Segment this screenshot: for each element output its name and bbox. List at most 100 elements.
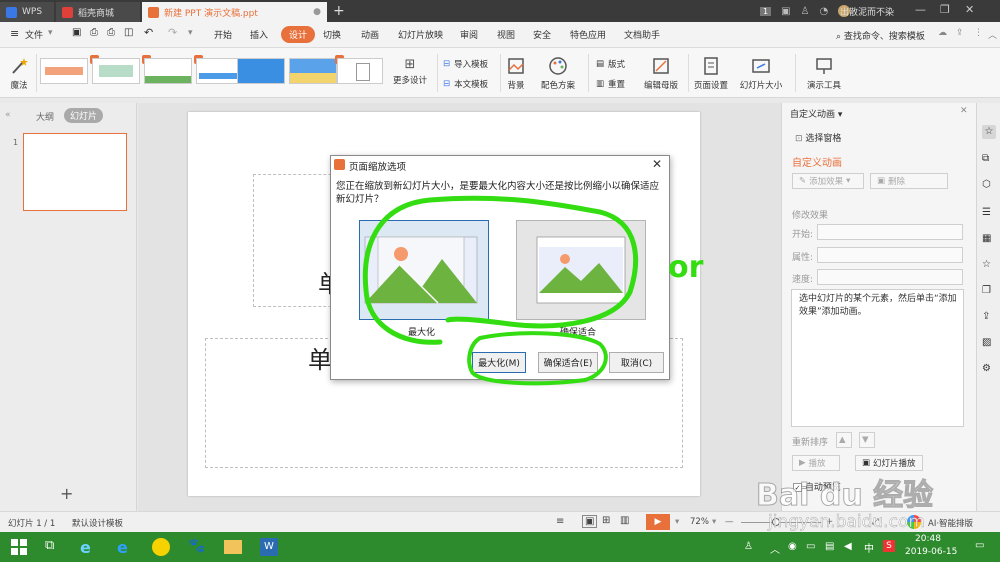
- ie-browser-icon[interactable]: e: [80, 538, 98, 557]
- image-icon[interactable]: ▦: [982, 233, 996, 247]
- normal-view-icon[interactable]: ▣: [582, 515, 598, 528]
- start-select[interactable]: [817, 224, 963, 240]
- pane-header[interactable]: 自定义动画 ▾: [790, 107, 842, 120]
- minimize-icon[interactable]: —: [915, 3, 926, 16]
- menu-security[interactable]: 安全: [533, 28, 551, 41]
- collapse-pane-icon[interactable]: «: [5, 110, 11, 120]
- more-icon[interactable]: ⋮: [974, 28, 983, 38]
- file-explorer-icon[interactable]: [224, 540, 242, 554]
- play-slideshow-button[interactable]: ▶: [646, 514, 670, 530]
- bell-icon[interactable]: ◔: [820, 6, 829, 17]
- tab-docer-store[interactable]: 稻壳商城: [56, 2, 140, 22]
- slideshow-button[interactable]: ▣ 幻灯片播放: [855, 455, 923, 471]
- speed-select[interactable]: [817, 269, 963, 285]
- chevron-down-icon[interactable]: ▾: [712, 517, 716, 527]
- design-thumb-1[interactable]: [40, 58, 88, 84]
- reset-button[interactable]: ▥ 重置: [596, 78, 625, 90]
- tab-outline[interactable]: 大纲: [36, 110, 54, 123]
- menu-design[interactable]: 设计: [281, 26, 316, 43]
- shapes-icon[interactable]: ⬡: [982, 179, 996, 193]
- sogou-ime-icon[interactable]: S: [883, 540, 895, 552]
- menu-special-apps[interactable]: 特色应用: [570, 28, 606, 41]
- ensure-fit-button[interactable]: 确保适合(E): [538, 352, 598, 373]
- window-count-badge[interactable]: 1: [760, 6, 772, 16]
- export-icon[interactable]: ⎙: [90, 27, 98, 38]
- layout-button[interactable]: ▤ 版式: [596, 58, 625, 70]
- design-thumb-7[interactable]: [337, 58, 383, 84]
- tab-wps-home[interactable]: WPS: [0, 2, 54, 22]
- chevron-down-icon[interactable]: ▾: [188, 28, 193, 38]
- wps-app-icon[interactable]: W: [260, 538, 278, 556]
- delete-button[interactable]: ▣ 删除: [870, 173, 948, 189]
- edit-master-button[interactable]: 编辑母版: [640, 56, 682, 91]
- animation-star-icon[interactable]: ☆: [982, 125, 996, 139]
- undo-icon[interactable]: ↶: [144, 26, 153, 39]
- volume-icon[interactable]: ◀: [844, 541, 852, 552]
- share-icon[interactable]: ⇪: [956, 28, 964, 38]
- design-thumb-3[interactable]: [144, 58, 192, 84]
- task-view-icon[interactable]: ⧉: [45, 538, 63, 556]
- text-template-button[interactable]: ⊟ 本文模板: [443, 78, 488, 90]
- tab-slides[interactable]: 幻灯片: [64, 108, 104, 123]
- edge-browser-icon[interactable]: e: [117, 538, 135, 557]
- design-thumb-2[interactable]: [92, 58, 140, 84]
- gallery-icon[interactable]: ▨: [982, 337, 996, 351]
- preview-icon[interactable]: ◫: [124, 27, 133, 38]
- print-icon[interactable]: ⎙: [107, 27, 115, 38]
- tab-document[interactable]: 新建 PPT 演示文稿.ppt ●: [142, 2, 327, 22]
- person-icon[interactable]: ♙: [744, 541, 753, 552]
- copy-icon[interactable]: ❐: [982, 285, 996, 299]
- property-select[interactable]: [817, 247, 963, 263]
- unsaved-dot-icon[interactable]: ●: [313, 7, 321, 17]
- settings-icon[interactable]: ⚙: [982, 363, 996, 377]
- tray-app-icon[interactable]: ◉: [788, 541, 797, 552]
- notification-icon[interactable]: ▭: [975, 540, 984, 551]
- more-design-button[interactable]: ⊞ 更多设计: [388, 58, 432, 87]
- new-tab-button[interactable]: +: [333, 3, 345, 19]
- baidu-paw-icon[interactable]: 🐾: [188, 538, 206, 556]
- template-name[interactable]: 默认设计模板: [72, 517, 123, 529]
- notes-icon[interactable]: ≡: [556, 516, 564, 527]
- menu-file[interactable]: 文件: [25, 28, 43, 41]
- maximize-option[interactable]: [359, 220, 489, 320]
- hamburger-icon[interactable]: ≡: [10, 27, 19, 40]
- command-search[interactable]: ⌕ 查找命令、搜索模板: [836, 29, 925, 42]
- user-name[interactable]: 出散泥而不染: [840, 5, 894, 18]
- zoom-out-icon[interactable]: —: [725, 517, 734, 527]
- chevron-down-icon[interactable]: ▾: [48, 28, 53, 38]
- menu-doc-assistant[interactable]: 文档助手: [624, 28, 660, 41]
- presenter-tools-button[interactable]: 演示工具: [800, 56, 848, 91]
- chevron-up-icon[interactable]: ︿: [988, 28, 997, 41]
- ime-indicator[interactable]: 中: [864, 540, 874, 555]
- export-icon[interactable]: ⇪: [982, 311, 996, 325]
- reading-view-icon[interactable]: ▥: [620, 515, 629, 526]
- network-icon[interactable]: ▤: [825, 541, 834, 552]
- page-setup-button[interactable]: 页面设置: [692, 56, 730, 91]
- move-up-icon[interactable]: ▲: [836, 432, 852, 448]
- move-down-icon[interactable]: ▼: [859, 432, 875, 448]
- menu-home[interactable]: 开始: [214, 28, 232, 41]
- redo-icon[interactable]: ↷: [168, 26, 177, 39]
- maximize-button[interactable]: 最大化(M): [472, 352, 526, 373]
- favorite-icon[interactable]: ☆: [982, 259, 996, 273]
- restore-icon[interactable]: ❐: [940, 3, 950, 16]
- menu-transition[interactable]: 切换: [323, 28, 341, 41]
- battery-icon[interactable]: ▭: [806, 541, 815, 552]
- ensure-fit-option[interactable]: [516, 220, 646, 320]
- sorter-view-icon[interactable]: ⊞: [602, 515, 610, 526]
- ai-layout-label[interactable]: AI·智能排版: [928, 517, 973, 529]
- windows-start-icon[interactable]: [10, 538, 28, 556]
- menu-animation[interactable]: 动画: [361, 28, 379, 41]
- browser-app-icon[interactable]: [152, 538, 170, 556]
- add-slide-button[interactable]: +: [60, 484, 73, 503]
- tray-chevron-icon[interactable]: ︿: [770, 541, 780, 556]
- zoom-level[interactable]: 72%: [690, 517, 709, 527]
- slide-size-button[interactable]: 幻灯片大小: [734, 56, 788, 91]
- skin-icon[interactable]: ▣: [781, 6, 790, 17]
- cancel-button[interactable]: 取消(C): [609, 352, 664, 373]
- properties-icon[interactable]: ☰: [982, 207, 996, 221]
- chevron-down-icon[interactable]: ▾: [675, 517, 679, 527]
- select-pane-link[interactable]: ⊡ 选择窗格: [795, 131, 841, 144]
- design-thumb-5[interactable]: [237, 58, 285, 84]
- menu-slideshow[interactable]: 幻灯片放映: [398, 28, 443, 41]
